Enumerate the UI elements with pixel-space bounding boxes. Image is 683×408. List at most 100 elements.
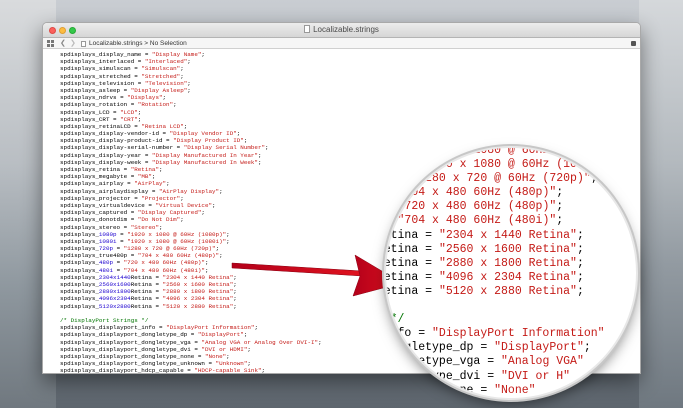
code-text: spdisplays_captured = xyxy=(60,209,138,217)
code-text: ; xyxy=(180,216,184,224)
string-literal: "5120 x 2880 Retina" xyxy=(438,284,577,298)
code-text: Retina = xyxy=(130,288,163,296)
string-literal: "DVI or H" xyxy=(501,369,571,383)
code-text: spdisplays_asleep = xyxy=(60,86,131,94)
code-text: ; xyxy=(590,172,598,186)
code-text: rt_dongletype_vga = xyxy=(386,355,495,369)
code-text: = xyxy=(386,200,391,214)
code-text: ; xyxy=(137,108,142,116)
code-text: ; xyxy=(576,284,584,298)
back-button[interactable]: ❮ xyxy=(60,38,66,49)
code-text: spdisplays_ xyxy=(60,266,99,274)
code-text: spdisplays_displayport_dongletype_dp = xyxy=(60,331,198,339)
number-token: 480p xyxy=(98,259,114,267)
string-literal: "4096 x 2304 Retina" xyxy=(438,270,577,284)
magnified-line: = "704 x 480 60Hz (480i)"; xyxy=(386,214,618,228)
code-text: spdisplays_virtualdevice = xyxy=(60,201,156,209)
comment-text: /* DisplayPort Strings */ xyxy=(60,316,149,324)
code-text: ; xyxy=(219,252,223,260)
string-literal: "Display Manufactured In Year" xyxy=(151,151,258,159)
string-literal: "AirPlay Display" xyxy=(158,187,220,195)
string-literal: "2880 x 1800 Retina" xyxy=(438,256,577,270)
string-literal: "1920 x 1080 @ 60Hz (10b0p)" xyxy=(418,148,612,157)
code-text: spdisplays_display-vendor-id = xyxy=(60,130,170,138)
magnified-line: ngs */ xyxy=(386,313,618,327)
code-text: spdisplays_ xyxy=(60,281,99,288)
code-text: spdisplays_displayport_dongletype_unknow… xyxy=(60,360,216,368)
code-text: spdisplays_displayport_hdcp_capable = xyxy=(60,367,195,373)
code-text: ; xyxy=(576,242,584,256)
code-text: ; xyxy=(215,245,220,253)
code-text: spdisplays_ xyxy=(60,230,99,238)
string-literal: "Analog VGA" xyxy=(501,355,584,369)
code-text: Retina = xyxy=(130,273,163,281)
code-text: spdisplays_displayport_dongletype_vga = xyxy=(60,338,202,346)
string-literal: "1280 x 720 @ 60Hz (720p)" xyxy=(411,172,591,186)
code-line: spdisplays_CRT = "CRT"; xyxy=(60,116,640,123)
forward-button[interactable]: ❯ xyxy=(70,38,76,49)
code-line: spdisplays_display-product-id = "Display… xyxy=(60,137,640,144)
code-text: ; xyxy=(556,200,564,214)
code-text: Retina = xyxy=(130,295,163,303)
string-literal: "Stretched" xyxy=(141,72,181,80)
code-text: ; xyxy=(187,86,191,94)
code-text: ; xyxy=(226,237,230,245)
code-line: spdisplays_asleep = "Display Asleep"; xyxy=(60,87,640,94)
code-text: spdisplays_displayport_dongletype_dvi = xyxy=(60,345,202,353)
code-line: spdisplays_LCD = "LCD"; xyxy=(60,109,640,116)
code-text: = xyxy=(113,259,124,267)
string-literal: "2560 x 1600 Retina" xyxy=(438,242,577,256)
string-literal: "DisplayPort" xyxy=(494,341,584,355)
breadcrumb-selection[interactable]: No Selection xyxy=(150,40,187,47)
magnified-line: 00Retina = "2560 x 1600 Retina"; xyxy=(386,243,618,257)
document-icon xyxy=(304,25,311,33)
string-literal: "Retina LCD" xyxy=(141,122,184,130)
code-text: spdisplays_retinaLCD = xyxy=(60,122,142,130)
code-text: = xyxy=(404,158,412,172)
string-literal: "Displays" xyxy=(127,94,163,102)
string-literal: "4096 x 2304 Retina" xyxy=(162,295,234,303)
code-line: spdisplays_simulscan = "Simulscan"; xyxy=(60,65,640,72)
code-text: Retina = xyxy=(386,228,433,242)
code-text: ; xyxy=(233,288,237,296)
string-literal: "Display Vendor ID" xyxy=(169,130,237,138)
code-text: ; xyxy=(166,180,170,188)
code-text: ; xyxy=(236,130,241,138)
code-text: ; xyxy=(243,137,248,145)
magnified-line: "1920 x 1080 @ 60Hz (10b0p)"; xyxy=(386,148,618,158)
lock-icon[interactable] xyxy=(631,41,636,46)
code-text: ; xyxy=(261,367,266,373)
breadcrumb: Localizable.strings > No Selection xyxy=(89,38,187,49)
string-literal: "Rotation" xyxy=(137,101,174,109)
code-text: = xyxy=(116,237,128,245)
code-text: spdisplays_megabyte = xyxy=(60,173,138,181)
code-text: ; xyxy=(187,58,191,66)
code-text: rt_dongletype_dp = xyxy=(386,341,488,355)
code-text: = xyxy=(116,230,128,238)
string-literal: "Display Manufactured In Week" xyxy=(151,158,258,166)
magnified-line: rt_dongletype_dp = "DisplayPort"; xyxy=(386,341,618,355)
code-text: ; xyxy=(233,281,237,288)
related-items-icon[interactable] xyxy=(47,40,54,47)
title-bar[interactable]: Localizable.strings xyxy=(43,23,640,38)
string-literal: "DVI or HDMI" xyxy=(201,345,248,353)
code-text: _dongletype_none = xyxy=(386,383,488,397)
number-token: 2560x1600 xyxy=(98,281,131,288)
code-text: ; xyxy=(576,270,584,284)
magnified-code: "1920 x 1080 @ 60Hz (10b0p)"; = "1920 x … xyxy=(386,148,618,398)
code-text: ; xyxy=(201,209,205,217)
string-literal: "Stereo" xyxy=(130,223,159,231)
code-text: rt_dongletype_dvi = xyxy=(386,369,495,383)
string-literal: "704 x 480 60Hz (480i)" xyxy=(123,266,205,274)
code-text: ; xyxy=(247,345,251,353)
code-line: spdisplays_ndrvs = "Displays"; xyxy=(60,94,640,101)
breadcrumb-file[interactable]: Localizable.strings xyxy=(89,40,142,47)
magnified-line: _dongletype_none = "None" xyxy=(386,384,618,398)
code-line: spdisplays_interlaced = "Interlaced"; xyxy=(60,58,640,65)
code-text: spdisplays_display-product-id = xyxy=(60,137,174,145)
code-text: spdisplays_airplay = xyxy=(60,180,135,188)
string-literal: "704 x 480 60Hz (480p)" xyxy=(397,186,557,200)
string-literal: "2304 x 1440 Retina" xyxy=(162,273,234,281)
code-text: ; xyxy=(233,273,237,281)
